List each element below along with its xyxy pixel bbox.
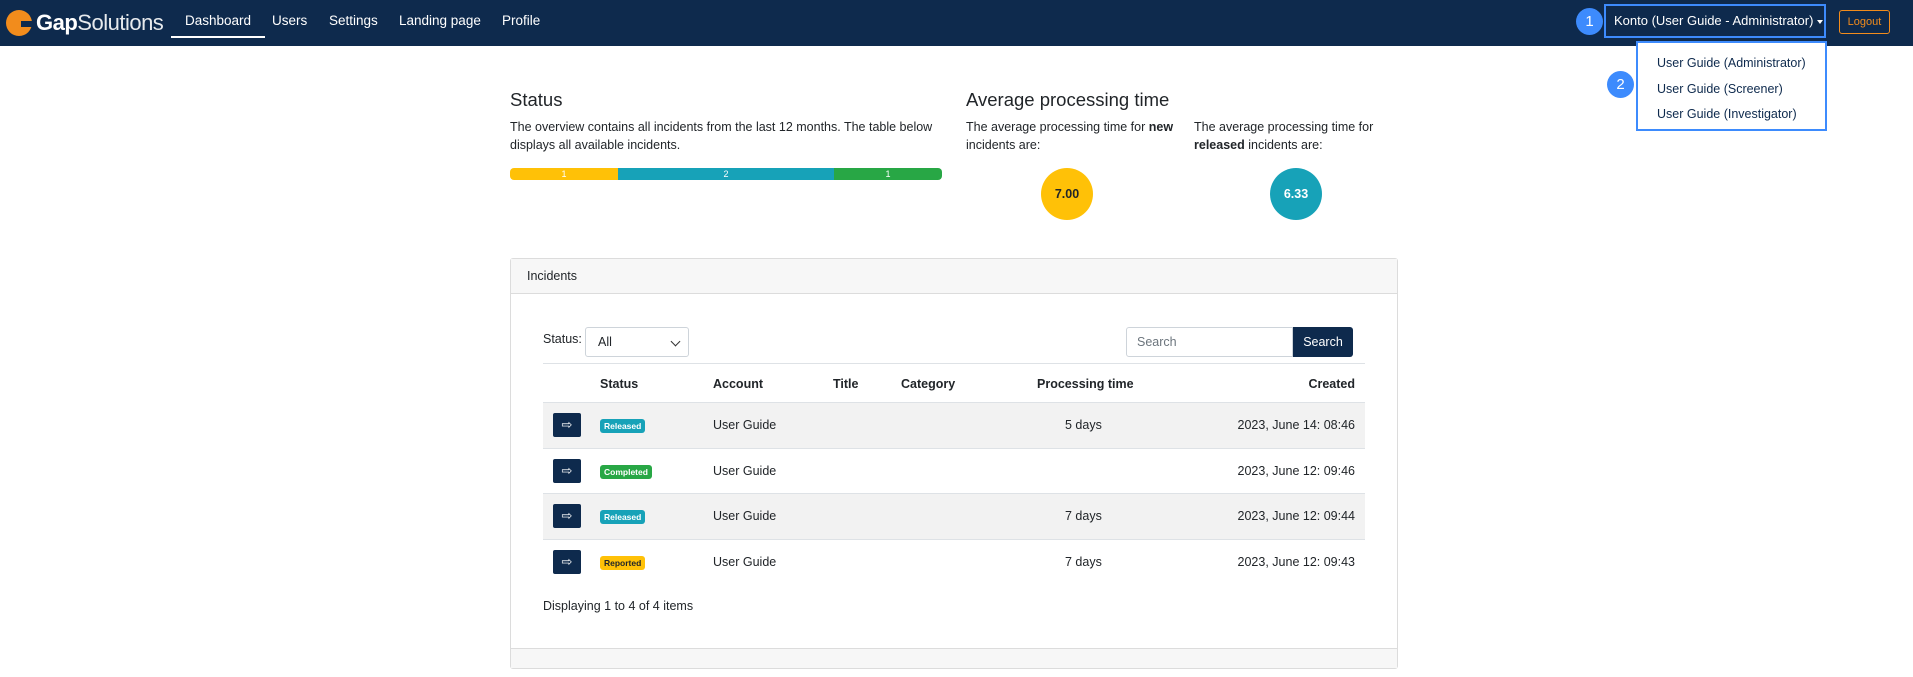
annotation-step-2: 2 [1607,71,1634,98]
account-cell: User Guide [713,554,777,569]
caret-down-icon [1817,19,1824,24]
avg-new-value: 7.00 [1041,168,1093,220]
table-row: ⇨ Reported User Guide 7 days 2023, June … [543,540,1365,586]
avg-processing-heading: Average processing time [966,89,1170,110]
account-dropdown-toggle[interactable]: Konto (User Guide - Administrator) [1604,4,1826,38]
open-incident-button[interactable]: ⇨ [553,413,581,437]
column-header-account[interactable]: Account [713,364,763,404]
search-input[interactable]: Search [1126,327,1293,357]
logo-icon [6,10,34,36]
avg-released-value: 6.33 [1270,168,1322,220]
table-header-row: Status Account Title Category Processing… [543,363,1365,403]
column-header-processing-time[interactable]: Processing time [1037,364,1134,404]
created-cell: 2023, June 14: 08:46 [1237,418,1355,432]
status-filter-select[interactable]: All [585,327,689,357]
column-header-created[interactable]: Created [1308,364,1355,404]
column-header-title[interactable]: Title [833,364,858,404]
status-badge: Completed [600,464,652,479]
nav-landing-page[interactable]: Landing page [399,0,481,46]
progress-segment-released: 2 [618,168,834,180]
column-header-category[interactable]: Category [901,364,955,404]
search-button[interactable]: Search [1293,327,1353,357]
brand-name-part1: Gap [36,10,78,35]
table-row: ⇨ Released User Guide 5 days 2023, June … [543,403,1365,449]
account-label: Konto (User Guide - Administrator) [1614,13,1814,28]
incidents-card-header: Incidents [511,259,1397,294]
status-badge: Reported [600,555,646,570]
table-row: ⇨ Completed User Guide 2023, June 12: 09… [543,449,1365,494]
table-row: ⇨ Released User Guide 7 days 2023, June … [543,494,1365,540]
status-progress-bar: 1 2 1 [510,168,942,180]
avg-released-description: The average processing time for released… [1194,120,1374,152]
top-navbar: GapSolutions Dashboard Users Settings La… [0,0,1913,46]
progress-segment-reported: 1 [510,168,618,180]
logout-button[interactable]: Logout [1839,10,1890,34]
open-incident-button[interactable]: ⇨ [553,504,581,528]
account-option-administrator[interactable]: User Guide (Administrator) [1638,51,1825,77]
account-cell: User Guide [713,463,777,478]
chevron-down-icon [670,336,681,347]
status-description: The overview contains all incidents from… [510,120,933,152]
pagination-info: Displaying 1 to 4 of 4 items [543,599,694,613]
column-header-status[interactable]: Status [600,364,638,404]
account-option-screener[interactable]: User Guide (Screener) [1638,77,1825,103]
nav-users[interactable]: Users [272,0,307,46]
created-cell: 2023, June 12: 09:44 [1237,509,1355,523]
nav-dashboard[interactable]: Dashboard [170,0,266,46]
processing-time-cell: 5 days [1065,418,1102,432]
created-cell: 2023, June 12: 09:43 [1237,554,1355,569]
account-option-investigator[interactable]: User Guide (Investigator) [1638,102,1825,128]
created-cell: 2023, June 12: 09:46 [1237,463,1355,478]
processing-time-cell: 7 days [1065,509,1102,523]
status-badge: Released [600,510,646,524]
incidents-card: Incidents Status: All Search Search Stat… [510,258,1398,669]
nav-settings[interactable]: Settings [329,0,378,46]
status-filter-label: Status: [543,332,582,346]
account-cell: User Guide [713,418,777,432]
processing-time-cell: 7 days [1065,554,1102,569]
incidents-table: Status Account Title Category Processing… [543,363,1365,585]
account-dropdown-menu: User Guide (Administrator) User Guide (S… [1636,41,1827,131]
nav-profile[interactable]: Profile [502,0,540,46]
progress-segment-completed: 1 [834,168,942,180]
status-badge: Released [600,419,646,433]
account-cell: User Guide [713,509,777,523]
open-incident-button[interactable]: ⇨ [553,549,581,574]
status-heading: Status [510,89,563,110]
annotation-step-1: 1 [1576,8,1603,35]
avg-new-description: The average processing time for new inci… [966,120,1174,152]
incidents-card-footer [511,648,1397,668]
open-incident-button[interactable]: ⇨ [553,458,581,483]
brand-logo[interactable]: GapSolutions [6,7,164,39]
brand-name-part2: Solutions [77,10,164,35]
